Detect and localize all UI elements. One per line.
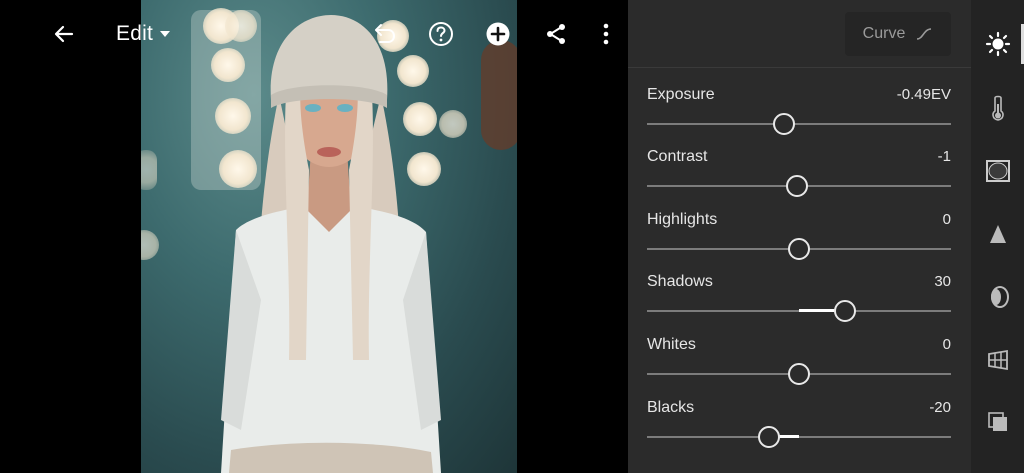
caret-down-icon (160, 31, 170, 37)
slider-track[interactable] (647, 123, 951, 125)
optics-tool-button[interactable] (971, 277, 1024, 317)
slider-value: -20 (929, 399, 951, 416)
undo-icon (375, 24, 396, 43)
panel-header: Curve (628, 0, 971, 68)
slider-value: -0.49EV (896, 86, 951, 103)
plus-circle-icon (486, 22, 510, 46)
subject-figure (221, 15, 441, 473)
sun-icon (985, 31, 1010, 57)
help-button[interactable] (425, 18, 457, 50)
more-vertical-icon (603, 23, 609, 45)
detail-tool-button[interactable] (971, 214, 1024, 254)
slider-label: Highlights (647, 211, 718, 228)
slider-thumb[interactable] (833, 300, 856, 322)
slider-label: Exposure (647, 86, 715, 103)
slider-label: Blacks (647, 399, 695, 416)
geometry-tool-button[interactable] (971, 340, 1024, 380)
presets-tool-button[interactable] (971, 402, 1024, 442)
optics-lens-icon (990, 286, 1009, 308)
arrow-left-icon (54, 25, 74, 43)
detail-triangle-icon (989, 225, 1006, 243)
edit-mode-dropdown[interactable]: Edit (116, 18, 180, 50)
top-toolbar: Edit (0, 0, 628, 68)
photo-image[interactable] (141, 0, 517, 473)
share-icon (547, 24, 565, 44)
vignette-icon (985, 160, 1010, 182)
light-tool-button[interactable] (971, 24, 1024, 64)
slider-label: Whites (647, 336, 696, 353)
slider-exposure: Exposure -0.49EV (647, 86, 951, 146)
slider-thumb[interactable] (786, 175, 809, 197)
slider-thumb[interactable] (757, 426, 780, 448)
back-button[interactable] (48, 18, 80, 50)
slider-value: 0 (942, 336, 951, 353)
slider-value: 30 (934, 273, 951, 290)
slider-contrast: Contrast -1 (647, 148, 951, 208)
curve-button[interactable]: Curve (845, 12, 951, 56)
edit-mode-label: Edit (116, 22, 153, 45)
undo-button[interactable] (368, 18, 400, 50)
share-button[interactable] (540, 18, 572, 50)
light-adjustment-panel: Curve Exposure -0.49EV Contrast -1 Highl… (628, 0, 971, 473)
slider-thumb[interactable] (788, 238, 810, 260)
slider-shadows: Shadows 30 (647, 273, 951, 333)
slider-whites: Whites 0 (647, 336, 951, 396)
photo-canvas[interactable] (0, 0, 628, 473)
effects-tool-button[interactable] (971, 151, 1024, 191)
presets-stack-icon (987, 412, 1007, 431)
slider-label: Shadows (647, 273, 713, 290)
curve-icon (917, 28, 932, 40)
tool-rail (971, 0, 1024, 473)
help-icon (429, 22, 453, 46)
more-options-button[interactable] (592, 18, 620, 50)
slider-value: 0 (942, 211, 951, 228)
thermometer-icon (991, 95, 1004, 121)
curve-button-label: Curve (862, 25, 906, 42)
geometry-grid-icon (987, 349, 1008, 371)
slider-value: -1 (937, 148, 951, 165)
color-tool-button[interactable] (971, 88, 1024, 128)
slider-blacks: Blacks -20 (647, 399, 951, 459)
slider-track[interactable] (647, 436, 951, 438)
slider-thumb[interactable] (788, 363, 810, 385)
slider-label: Contrast (647, 148, 708, 165)
slider-highlights: Highlights 0 (647, 211, 951, 271)
add-button[interactable] (482, 18, 514, 50)
slider-thumb[interactable] (772, 113, 795, 135)
